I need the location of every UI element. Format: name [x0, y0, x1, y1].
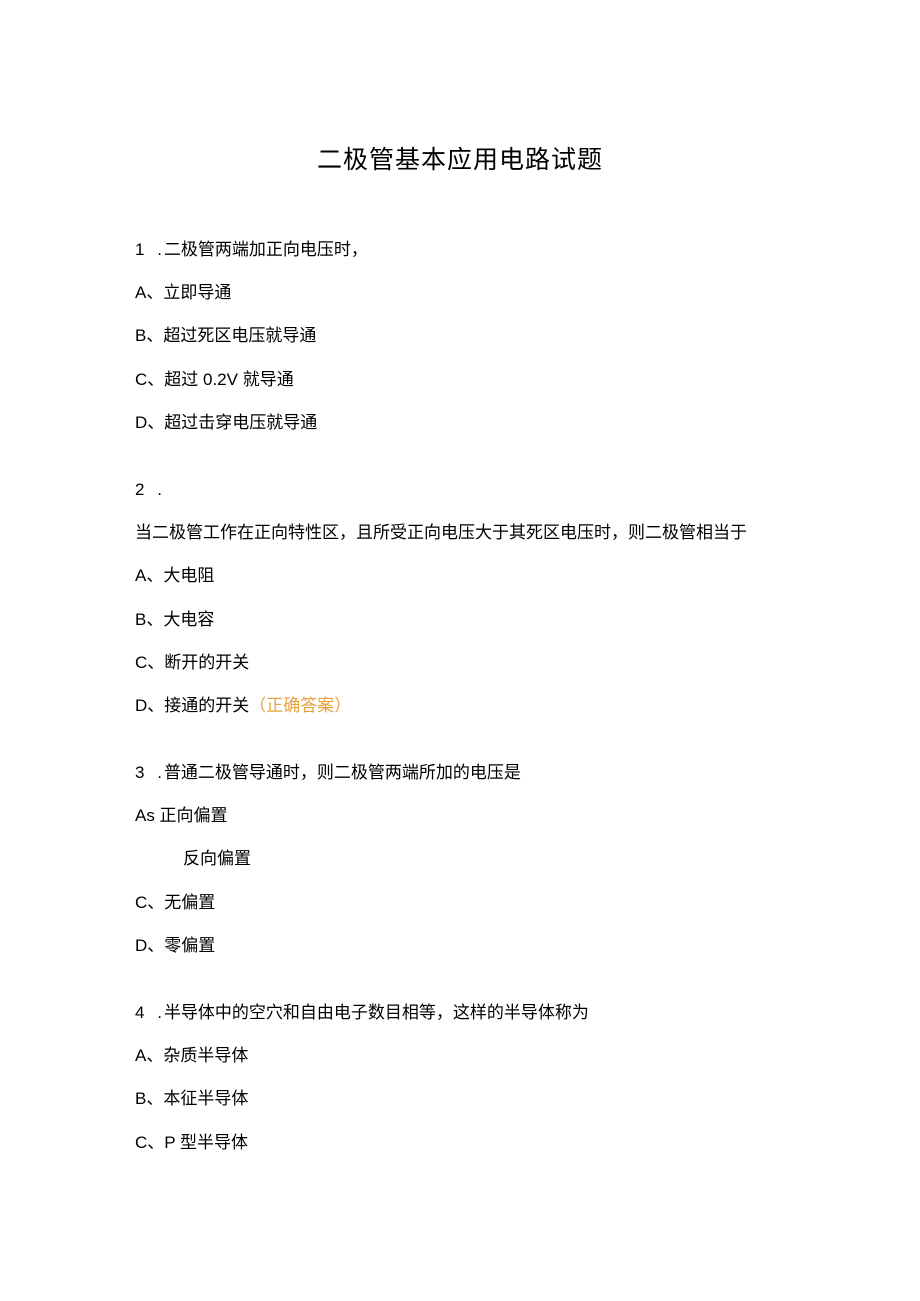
- question-3-text: 3 .普通二极管导通时，则二极管两端所加的电压是: [135, 759, 785, 786]
- option-a: As 正向偏置: [135, 802, 785, 829]
- question-dot: .: [157, 759, 162, 786]
- option-d: D、零偏置: [135, 932, 785, 959]
- question-body: 普通二极管导通时，则二极管两端所加的电压是: [164, 763, 521, 782]
- question-4: 4 .半导体中的空穴和自由电子数目相等，这样的半导体称为 A、杂质半导体 B、本…: [135, 999, 785, 1156]
- question-dot: .: [157, 999, 162, 1026]
- option-b: B、本征半导体: [135, 1085, 785, 1112]
- option-b: B、大电容: [135, 606, 785, 633]
- question-4-text: 4 .半导体中的空穴和自由电子数目相等，这样的半导体称为: [135, 999, 785, 1026]
- question-1-text: 1 .二极管两端加正向电压时，: [135, 236, 785, 263]
- question-2: 2 . 当二极管工作在正向特性区，且所受正向电压大于其死区电压时，则二极管相当于…: [135, 476, 785, 719]
- question-2-number-line: 2 .: [135, 476, 785, 503]
- question-number: 1: [135, 236, 144, 263]
- option-a: A、立即导通: [135, 279, 785, 306]
- question-number: 3: [135, 759, 144, 786]
- question-number: 4: [135, 999, 144, 1026]
- option-d-label: D、接通的开关: [135, 696, 249, 715]
- question-number: 2: [135, 476, 144, 503]
- question-body: 半导体中的空穴和自由电子数目相等，这样的半导体称为: [164, 1003, 589, 1022]
- page-title: 二极管基本应用电路试题: [135, 140, 785, 176]
- option-c: C、超过 0.2V 就导通: [135, 366, 785, 393]
- option-c: C、P 型半导体: [135, 1129, 785, 1156]
- question-3: 3 .普通二极管导通时，则二极管两端所加的电压是 As 正向偏置 反向偏置 C、…: [135, 759, 785, 959]
- question-1: 1 .二极管两端加正向电压时， A、立即导通 B、超过死区电压就导通 C、超过 …: [135, 236, 785, 436]
- option-c: C、无偏置: [135, 889, 785, 916]
- option-a: A、大电阻: [135, 562, 785, 589]
- question-dot: .: [157, 476, 162, 503]
- correct-answer-label: （正确答案）: [249, 696, 351, 715]
- option-b: B、超过死区电压就导通: [135, 322, 785, 349]
- option-c: C、断开的开关: [135, 649, 785, 676]
- option-b-indent: 反向偏置: [135, 845, 785, 872]
- option-d: D、超过击穿电压就导通: [135, 409, 785, 436]
- question-body: 二极管两端加正向电压时，: [164, 240, 368, 259]
- question-dot: .: [157, 236, 162, 263]
- question-2-text: 当二极管工作在正向特性区，且所受正向电压大于其死区电压时，则二极管相当于: [135, 519, 785, 546]
- option-a: A、杂质半导体: [135, 1042, 785, 1069]
- option-d: D、接通的开关（正确答案）: [135, 692, 785, 719]
